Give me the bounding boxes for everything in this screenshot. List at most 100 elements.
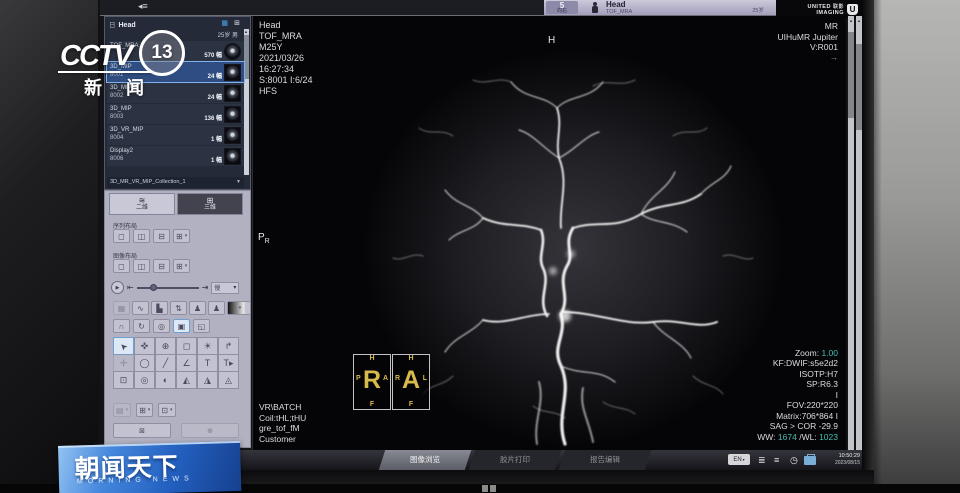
- play-button[interactable]: ▶: [111, 281, 124, 294]
- tab-2d[interactable]: ≋ 二维: [109, 193, 175, 215]
- monitor-bezel-right: [860, 0, 874, 480]
- annotation-line: MR: [778, 21, 838, 32]
- annotation-line: Customer: [259, 434, 306, 445]
- date: 2023/08/15: [820, 460, 860, 466]
- magnifier-icon[interactable]: ◎: [134, 371, 155, 389]
- annotation-line: SP:R6.3: [757, 379, 838, 390]
- annotation-line: Matrix:706*864 I: [757, 411, 838, 422]
- taskbar-tab-film-print[interactable]: 胶片打印: [469, 450, 561, 470]
- slider-thumb[interactable]: [150, 284, 157, 291]
- system-clock: 10:50:29 2023/08/15: [820, 453, 860, 466]
- magnify-region-icon[interactable]: ⊡: [113, 371, 134, 389]
- filter-down-icon[interactable]: ▼: [236, 177, 241, 188]
- body-front-icon[interactable]: ♟: [189, 301, 206, 315]
- orientation-h-marker: H: [548, 35, 555, 46]
- layout-grid-icon[interactable]: ⊞▾: [173, 229, 190, 243]
- layout-1x2-icon[interactable]: ◫: [133, 259, 150, 273]
- step-back-icon[interactable]: ⇤: [127, 283, 134, 292]
- patient-header-tab[interactable]: 5 向右 Head TOF_MRA 25岁: [544, 0, 792, 15]
- taskbar-tab-report-edit[interactable]: 报告编辑: [559, 450, 651, 470]
- layout-1x1-icon[interactable]: ◻: [113, 259, 130, 273]
- histogram-icon[interactable]: ▙: [151, 301, 168, 315]
- tool-grid: ➤✜⊕◻☀↱ ✛◯╱∠TT▸ ⊡◎◐◭◮◬: [113, 337, 239, 388]
- arrow-right-icon: →: [778, 53, 838, 64]
- display-icon-row: ▦∿▙⇅♟♟▾: [113, 301, 251, 315]
- text-annotation-icon[interactable]: T: [197, 354, 218, 372]
- orientation-cube-r: H F P A R: [353, 354, 391, 410]
- 2d-icon: ≋: [139, 197, 146, 205]
- list-view-icon[interactable]: ⊞: [234, 19, 240, 27]
- viewport-scrollbar[interactable]: ▲: [848, 16, 854, 450]
- cursor-icon[interactable]: ➤: [113, 337, 134, 355]
- stack-tool-icon[interactable]: ▣: [173, 319, 190, 333]
- cine-slider[interactable]: [137, 283, 199, 292]
- speed-dropdown[interactable]: 慢 ▾: [211, 282, 239, 294]
- line-measure-icon[interactable]: ╱: [155, 354, 176, 372]
- brightness-icon[interactable]: ☀: [197, 337, 218, 355]
- dicom-bottomright-annotations: Zoom: 1.00 KF:DWIF:s5e2d2ISOTP:H7SP:R6.3…: [757, 348, 838, 443]
- patient-icon: [590, 2, 600, 13]
- layout-count-badge[interactable]: 5 向右: [546, 1, 578, 14]
- crosshair-icon[interactable]: ✛: [113, 354, 134, 372]
- monitor-stand-light: [482, 485, 488, 492]
- sort-icon[interactable]: ⇅: [170, 301, 187, 315]
- collection-footer[interactable]: 3D_MR_VR_MIP_Collection_1 ▼: [107, 177, 244, 188]
- layout-1x2-icon[interactable]: ◫: [133, 229, 150, 243]
- pan-icon[interactable]: ✜: [134, 337, 155, 355]
- series-item[interactable]: Display280061 幅: [107, 146, 244, 166]
- language-indicator[interactable]: EN▾: [728, 454, 750, 465]
- badge-label: 向右: [557, 9, 567, 14]
- layout-2x1-icon[interactable]: ⊟: [153, 229, 170, 243]
- clock-icon[interactable]: ◷: [790, 455, 798, 465]
- roi-box-icon[interactable]: ◻: [176, 337, 197, 355]
- news-banner: 朝闻天下 MORNING NEWS: [58, 441, 241, 493]
- capture-button[interactable]: ⊠: [113, 423, 171, 438]
- flip-vertical-icon[interactable]: ◮: [197, 371, 218, 389]
- patient-name: Head: [606, 1, 626, 9]
- layout-grid-icon[interactable]: ⊞▾: [173, 259, 190, 273]
- text-arrow-icon[interactable]: T▸: [218, 354, 239, 372]
- menu-icon[interactable]: ◂≡: [138, 1, 148, 11]
- loop-tool-icon[interactable]: ↻: [133, 319, 150, 333]
- patient-age: 25岁: [752, 8, 764, 14]
- orientation-cube-a: H F R L A: [392, 354, 430, 410]
- angle-measure-icon[interactable]: ∠: [176, 354, 197, 372]
- preset-2-icon[interactable]: ⊞▾: [136, 403, 153, 417]
- wall-right: [872, 0, 960, 493]
- series-item[interactable]: 3D_VR_MIP80041 幅: [107, 125, 244, 145]
- queue-icon[interactable]: ≡: [774, 455, 779, 465]
- annotation-line: S:8001 I:6/24: [259, 75, 313, 86]
- taskbar-tab-image-browse[interactable]: 图像浏览: [379, 450, 471, 470]
- thumbnail-view-icon[interactable]: ▦: [113, 301, 130, 315]
- body-back-icon[interactable]: ♟: [208, 301, 225, 315]
- toolbox-icon[interactable]: [804, 456, 816, 465]
- contrast-icon[interactable]: ◐: [155, 371, 176, 389]
- add-button[interactable]: ⊕: [181, 423, 239, 438]
- layout-2x1-icon[interactable]: ⊟: [153, 259, 170, 273]
- flip-horizontal-icon[interactable]: ◭: [176, 371, 197, 389]
- export-icon[interactable]: ↱: [218, 337, 239, 355]
- tab-3d[interactable]: ⊞ 三维: [177, 193, 243, 215]
- preset-3-icon[interactable]: ⊡▾: [158, 403, 175, 417]
- annotation-line: FOV:220*220: [757, 400, 838, 411]
- zoom-icon[interactable]: ⊕: [155, 337, 176, 355]
- ellipse-icon[interactable]: ◯: [134, 354, 155, 372]
- hook-tool-icon[interactable]: ∩: [113, 319, 130, 333]
- rotate-icon[interactable]: ◬: [218, 371, 239, 389]
- tv-frame: ◂≡ 5 向右 Head TOF_MRA 25岁 UNITED 联影 IMAGI…: [0, 0, 960, 493]
- task-list-icon[interactable]: ≣: [758, 455, 766, 465]
- grayscale-gradient-icon[interactable]: ▾: [227, 301, 251, 315]
- annotation-line: HFS: [259, 86, 313, 97]
- preset-1-icon[interactable]: ▤▾: [113, 403, 131, 417]
- step-forward-icon[interactable]: ⇥: [202, 283, 209, 292]
- layout-1x1-icon[interactable]: ◻: [113, 229, 130, 243]
- grid-view-icon[interactable]: ▦: [221, 19, 228, 27]
- dicom-bottomleft-annotations: VR\BATCHCoil:tHL;tHUgre_tof_fMCustomer: [259, 402, 306, 444]
- crop-tool-icon[interactable]: ◱: [193, 319, 210, 333]
- window-scrollbar[interactable]: ▲: [856, 16, 862, 450]
- annotation-line: KF:DWIF:s5e2d2: [757, 358, 838, 369]
- time: 10:50:29: [820, 453, 860, 460]
- target-tool-icon[interactable]: ◎: [153, 319, 170, 333]
- image-viewport[interactable]: HeadTOF_MRAM25Y2021/03/2616:27:34S:8001 …: [252, 16, 846, 450]
- curve-icon[interactable]: ∿: [132, 301, 149, 315]
